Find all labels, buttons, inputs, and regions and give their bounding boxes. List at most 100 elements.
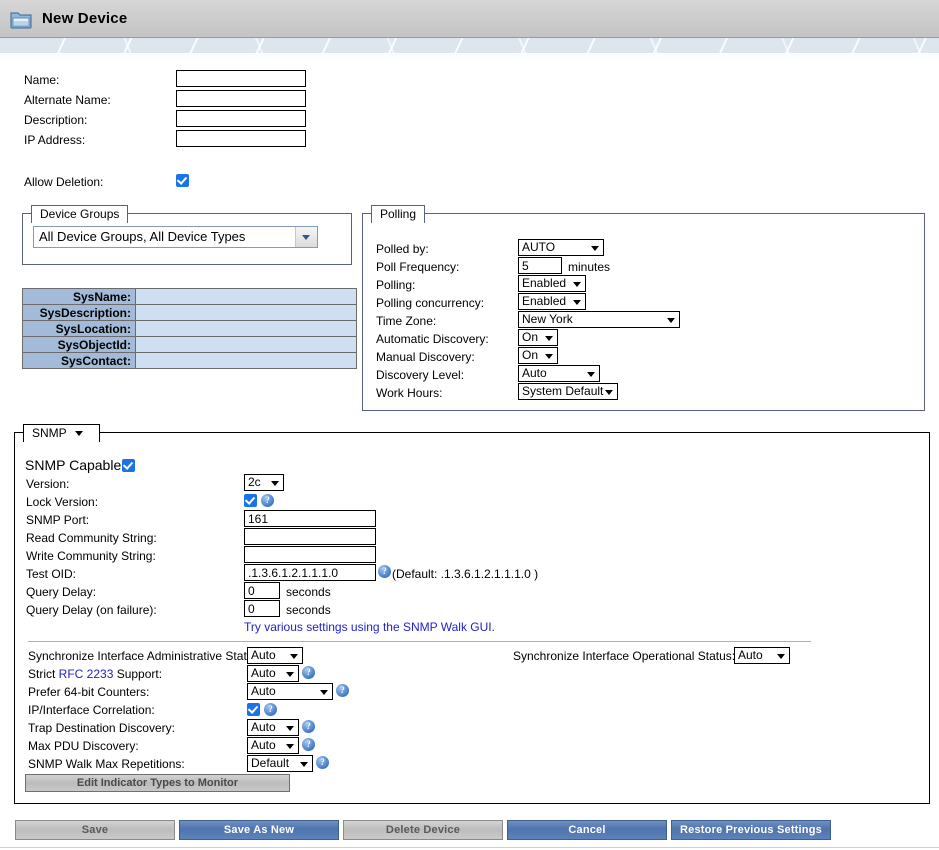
sync-operational-status-label: Synchronize Interface Operational Status… (513, 649, 736, 663)
footer-divider (0, 847, 939, 848)
description-label: Description: (24, 113, 88, 127)
ip-interface-correlation-checkbox[interactable] (247, 703, 260, 716)
query-delay-on-failure-input[interactable] (244, 600, 280, 617)
max-pdu-discovery-select[interactable]: Auto (247, 737, 299, 754)
manual-discovery-label: Manual Discovery: (376, 350, 475, 364)
trap-destination-discovery-select[interactable]: Auto (247, 719, 299, 736)
work-hours-select[interactable]: System Default (518, 383, 618, 400)
ip-address-input[interactable] (176, 130, 306, 147)
sys-info-table: SysName: SysDescription: SysLocation: Sy… (22, 288, 357, 369)
polling-legend: Polling (371, 205, 426, 223)
help-icon[interactable]: ? (302, 738, 315, 751)
poll-frequency-unit: minutes (568, 260, 611, 274)
restore-previous-settings-button[interactable]: Restore Previous Settings (671, 820, 831, 840)
strict-rfc2233-label-pre: Strict (28, 667, 59, 681)
query-delay-on-failure-label: Query Delay (on failure): (26, 603, 157, 617)
table-row: SysDescription: (22, 304, 357, 321)
device-groups-selected-value: All Device Groups, All Device Types (39, 229, 246, 244)
write-community-string-input[interactable] (244, 546, 376, 563)
device-groups-panel: Device Groups All Device Groups, All Dev… (22, 205, 352, 265)
prefer-64bit-counters-select[interactable]: Auto (247, 683, 333, 700)
save-button[interactable]: Save (15, 820, 175, 840)
time-zone-select[interactable]: New York (518, 311, 680, 328)
sysdescription-label: SysDescription: (22, 304, 136, 321)
device-folder-icon (10, 9, 32, 29)
help-icon[interactable]: ? (261, 494, 274, 507)
poll-frequency-input[interactable] (518, 257, 562, 274)
syscontact-value (135, 352, 357, 369)
polled-by-select[interactable]: AUTO (518, 239, 604, 256)
edit-indicator-types-button[interactable]: Edit Indicator Types to Monitor (25, 774, 290, 792)
snmp-legend[interactable]: SNMP (23, 424, 100, 442)
test-oid-label: Test OID: (26, 567, 77, 581)
sync-admin-status-label: Synchronize Interface Administrative Sta… (28, 649, 263, 663)
ip-interface-correlation-label: IP/Interface Correlation: (28, 703, 155, 717)
name-input[interactable] (176, 70, 306, 87)
rfc-2233-link[interactable]: RFC 2233 (59, 667, 114, 681)
syscontact-label: SysContact: (22, 352, 136, 369)
table-row: SysName: (22, 288, 357, 305)
window-titlebar: New Device (0, 0, 939, 38)
strict-rfc2233-label-post: Support: (113, 667, 163, 681)
alternate-name-label: Alternate Name: (24, 93, 111, 107)
device-groups-select[interactable]: All Device Groups, All Device Types (33, 226, 318, 248)
table-row: SysLocation: (22, 320, 357, 337)
sysobjectid-value (135, 336, 357, 353)
chevron-down-icon[interactable] (295, 227, 317, 247)
prefer-64bit-counters-label: Prefer 64-bit Counters: (28, 685, 150, 699)
page-title: New Device (42, 10, 128, 27)
automatic-discovery-label: Automatic Discovery: (376, 332, 489, 346)
syslocation-value (135, 320, 357, 337)
table-row: SysContact: (22, 352, 357, 369)
discovery-level-select[interactable]: Auto (518, 365, 600, 382)
query-delay-input[interactable] (244, 582, 280, 599)
help-icon[interactable]: ? (378, 565, 391, 578)
test-oid-input[interactable] (244, 564, 376, 581)
sync-operational-status-select[interactable]: Auto (734, 647, 790, 664)
syslocation-label: SysLocation: (22, 320, 136, 337)
test-oid-default-hint: (Default: .1.3.6.1.2.1.1.1.0 ) (392, 567, 539, 581)
help-icon[interactable]: ? (316, 756, 329, 769)
manual-discovery-select[interactable]: On (518, 347, 558, 364)
polling-label: Polling: (376, 278, 416, 292)
max-pdu-discovery-label: Max PDU Discovery: (28, 739, 139, 753)
trap-destination-discovery-label: Trap Destination Discovery: (28, 721, 175, 735)
polling-concurrency-select[interactable]: Enabled (518, 293, 586, 310)
polling-concurrency-label: Polling concurrency: (376, 296, 485, 310)
cancel-button[interactable]: Cancel (507, 820, 667, 840)
version-select[interactable]: 2c (244, 474, 284, 491)
read-community-string-input[interactable] (244, 528, 376, 545)
strict-rfc2233-label: Strict RFC 2233 Support: (28, 667, 162, 681)
work-hours-label: Work Hours: (376, 386, 443, 400)
allow-deletion-checkbox[interactable] (176, 174, 189, 187)
snmp-port-label: SNMP Port: (26, 513, 90, 527)
allow-deletion-label: Allow Deletion: (24, 175, 104, 189)
snmp-port-input[interactable] (244, 510, 376, 527)
time-zone-label: Time Zone: (376, 314, 437, 328)
footer-button-bar: Save Save As New Delete Device Cancel Re… (0, 820, 939, 848)
strict-rfc2233-select[interactable]: Auto (247, 665, 299, 682)
snmp-capable-label: SNMP Capable: (25, 457, 126, 473)
ip-address-label: IP Address: (24, 133, 86, 147)
snmp-walk-max-repetitions-label: SNMP Walk Max Repetitions: (28, 757, 185, 771)
help-icon[interactable]: ? (336, 684, 349, 697)
help-icon[interactable]: ? (264, 703, 277, 716)
sysname-value (135, 288, 357, 305)
query-delay-on-failure-unit: seconds (286, 603, 331, 617)
snmp-capable-checkbox[interactable] (122, 459, 135, 472)
save-as-new-button[interactable]: Save As New (179, 820, 339, 840)
lock-version-checkbox[interactable] (244, 494, 257, 507)
snmp-panel: SNMP SNMP Capable: Version: 2c Lock Vers… (14, 424, 930, 804)
description-input[interactable] (176, 110, 306, 127)
delete-device-button[interactable]: Delete Device (343, 820, 503, 840)
lock-version-label: Lock Version: (26, 495, 99, 509)
sync-admin-status-select[interactable]: Auto (247, 647, 303, 664)
help-icon[interactable]: ? (302, 720, 315, 733)
alternate-name-input[interactable] (176, 90, 306, 107)
polling-select[interactable]: Enabled (518, 275, 586, 292)
chevron-down-icon[interactable] (74, 431, 83, 437)
snmp-walk-gui-link[interactable]: Try various settings using the SNMP Walk… (244, 620, 495, 634)
snmp-walk-max-repetitions-select[interactable]: Default (247, 755, 313, 772)
automatic-discovery-select[interactable]: On (518, 329, 558, 346)
help-icon[interactable]: ? (302, 666, 315, 679)
